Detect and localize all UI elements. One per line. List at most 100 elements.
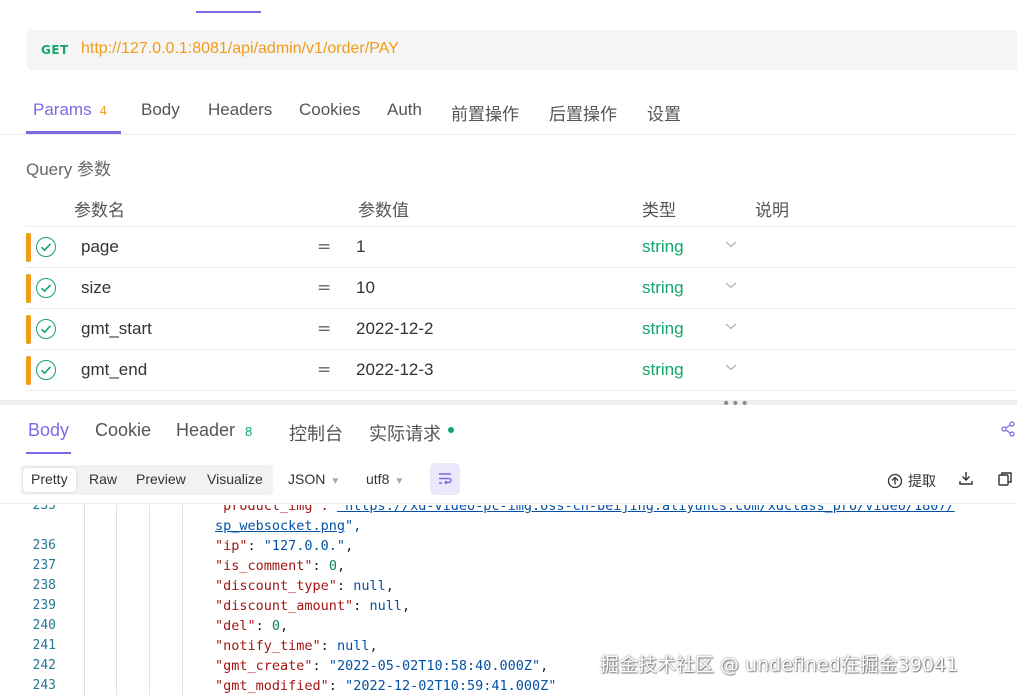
param-value[interactable]: 1 bbox=[356, 237, 365, 257]
drag-handle[interactable] bbox=[26, 356, 31, 385]
code-token: , bbox=[369, 638, 378, 654]
enabled-checkbox[interactable] bbox=[36, 360, 56, 380]
param-row[interactable]: page = 1 string bbox=[26, 227, 1017, 268]
share-icon[interactable] bbox=[1000, 421, 1016, 437]
extract-button-label: 提取 bbox=[908, 473, 936, 489]
param-type[interactable]: string bbox=[642, 360, 684, 380]
param-name[interactable]: gmt_end bbox=[81, 360, 147, 380]
code-token: : bbox=[312, 558, 329, 574]
tab-post-operations[interactable]: 后置操作 bbox=[549, 100, 617, 125]
code-token[interactable]: sp_websocket.png bbox=[215, 518, 345, 534]
tab-auth[interactable]: Auth bbox=[387, 100, 422, 120]
code-text: "gmt_create": "2022-05-02T10:58:40.000Z"… bbox=[215, 658, 548, 674]
http-method[interactable]: GET bbox=[41, 43, 69, 57]
download-icon[interactable] bbox=[958, 470, 974, 486]
extract-icon bbox=[887, 473, 903, 489]
tab-actual-request[interactable]: 实际请求 bbox=[369, 420, 441, 446]
check-icon bbox=[40, 366, 52, 375]
code-token: , bbox=[385, 578, 394, 594]
param-type[interactable]: string bbox=[642, 319, 684, 339]
check-icon bbox=[40, 243, 52, 252]
drag-handle[interactable] bbox=[26, 315, 31, 344]
column-header-type: 类型 bbox=[642, 201, 676, 220]
encoding-select[interactable]: utf8 ▼ bbox=[366, 471, 404, 487]
format-pretty-button[interactable]: Pretty bbox=[23, 468, 76, 492]
code-line: 243 "gmt_modified": "2022-12-02T10:59:41.… bbox=[21, 678, 1017, 695]
code-token: "discount_amount" bbox=[215, 598, 354, 614]
code-token: ", bbox=[345, 518, 362, 534]
encoding-select-value: utf8 bbox=[366, 471, 390, 487]
drag-handle[interactable] bbox=[26, 233, 31, 262]
param-name[interactable]: gmt_start bbox=[81, 319, 152, 339]
format-preview-button[interactable]: Preview bbox=[128, 468, 194, 492]
param-name[interactable]: size bbox=[81, 278, 111, 298]
check-icon bbox=[40, 325, 52, 334]
code-token: : bbox=[312, 658, 329, 674]
toolbar-divider bbox=[0, 503, 1017, 504]
extract-button[interactable]: 提取 bbox=[887, 471, 936, 491]
param-row[interactable]: size = 10 string bbox=[26, 268, 1017, 309]
chevron-down-icon: ▼ bbox=[394, 476, 405, 487]
language-select[interactable]: JSON ▼ bbox=[288, 471, 340, 487]
enabled-checkbox[interactable] bbox=[36, 278, 56, 298]
code-line: 235 "product_img": "https://xd-video-pc-i… bbox=[21, 505, 1017, 518]
code-text: "notify_time": null, bbox=[215, 638, 378, 654]
chevron-down-icon: ▼ bbox=[330, 476, 341, 487]
copy-icon[interactable] bbox=[997, 471, 1013, 487]
line-number: 243 bbox=[32, 678, 56, 693]
code-text: "del": 0, bbox=[215, 618, 288, 634]
word-wrap-button[interactable] bbox=[430, 463, 460, 495]
code-token: "notify_time" bbox=[215, 638, 321, 654]
chevron-down-icon[interactable] bbox=[724, 362, 738, 372]
chevron-down-icon[interactable] bbox=[724, 239, 738, 249]
query-params-title: Query 参数 bbox=[26, 160, 112, 179]
tab-cookies[interactable]: Cookies bbox=[299, 100, 360, 120]
language-select-value: JSON bbox=[288, 471, 326, 487]
code-token: "127.0.0." bbox=[263, 538, 346, 554]
code-token: : bbox=[336, 578, 354, 594]
param-type[interactable]: string bbox=[642, 237, 684, 257]
tab-pre-operations[interactable]: 前置操作 bbox=[451, 100, 519, 125]
param-row[interactable]: gmt_end = 2022-12-3 string bbox=[26, 350, 1017, 391]
param-value[interactable]: 2022-12-3 bbox=[356, 360, 434, 380]
param-row[interactable]: gmt_start = 2022-12-2 string bbox=[26, 309, 1017, 350]
code-line: sp_websocket.png", bbox=[21, 518, 1017, 538]
chevron-down-icon[interactable] bbox=[724, 280, 738, 290]
param-name[interactable]: page bbox=[81, 237, 119, 257]
drag-handle[interactable] bbox=[26, 274, 31, 303]
tab-response-header-label: Header bbox=[176, 420, 236, 440]
tab-headers[interactable]: Headers bbox=[208, 100, 272, 120]
code-token[interactable]: "https://xd-video-pc-img.oss-cn-beijing.… bbox=[337, 505, 955, 514]
format-visualize-button[interactable]: Visualize bbox=[199, 468, 271, 492]
code-token: 0 bbox=[271, 618, 281, 634]
code-token: null bbox=[336, 638, 370, 654]
param-value[interactable]: 2022-12-2 bbox=[356, 319, 434, 339]
code-token: , bbox=[345, 538, 354, 554]
request-panel: GET http://127.0.0.1:8081/api/admin/v1/o… bbox=[0, 0, 1017, 400]
line-number: 238 bbox=[32, 578, 56, 593]
tab-settings[interactable]: 设置 bbox=[647, 100, 681, 125]
code-text: sp_websocket.png", bbox=[215, 518, 361, 534]
code-line: 238 "discount_type": null, bbox=[21, 578, 1017, 598]
format-raw-button[interactable]: Raw bbox=[81, 468, 125, 492]
param-type[interactable]: string bbox=[642, 278, 684, 298]
enabled-checkbox[interactable] bbox=[36, 319, 56, 339]
enabled-checkbox[interactable] bbox=[36, 237, 56, 257]
tab-body[interactable]: Body bbox=[141, 100, 180, 120]
tab-response-body[interactable]: Body bbox=[28, 420, 69, 441]
code-token: null bbox=[369, 598, 402, 614]
chevron-down-icon[interactable] bbox=[724, 321, 738, 331]
line-number: 235 bbox=[32, 505, 56, 513]
code-token: : bbox=[328, 678, 346, 694]
tab-response-cookie[interactable]: Cookie bbox=[95, 420, 151, 441]
tab-params[interactable]: Params 4 bbox=[33, 100, 107, 120]
code-token: "del" bbox=[215, 618, 256, 634]
equals-sign: = bbox=[317, 278, 332, 298]
code-text: "is_comment": 0, bbox=[215, 558, 345, 574]
param-value[interactable]: 10 bbox=[356, 278, 375, 298]
tab-response-header[interactable]: Header 8 bbox=[176, 420, 252, 441]
url-bar[interactable]: GET http://127.0.0.1:8081/api/admin/v1/o… bbox=[26, 30, 1017, 70]
tab-console[interactable]: 控制台 bbox=[289, 420, 343, 446]
url-input[interactable]: http://127.0.0.1:8081/api/admin/v1/order… bbox=[81, 40, 399, 58]
header-count-badge: 8 bbox=[245, 424, 253, 439]
